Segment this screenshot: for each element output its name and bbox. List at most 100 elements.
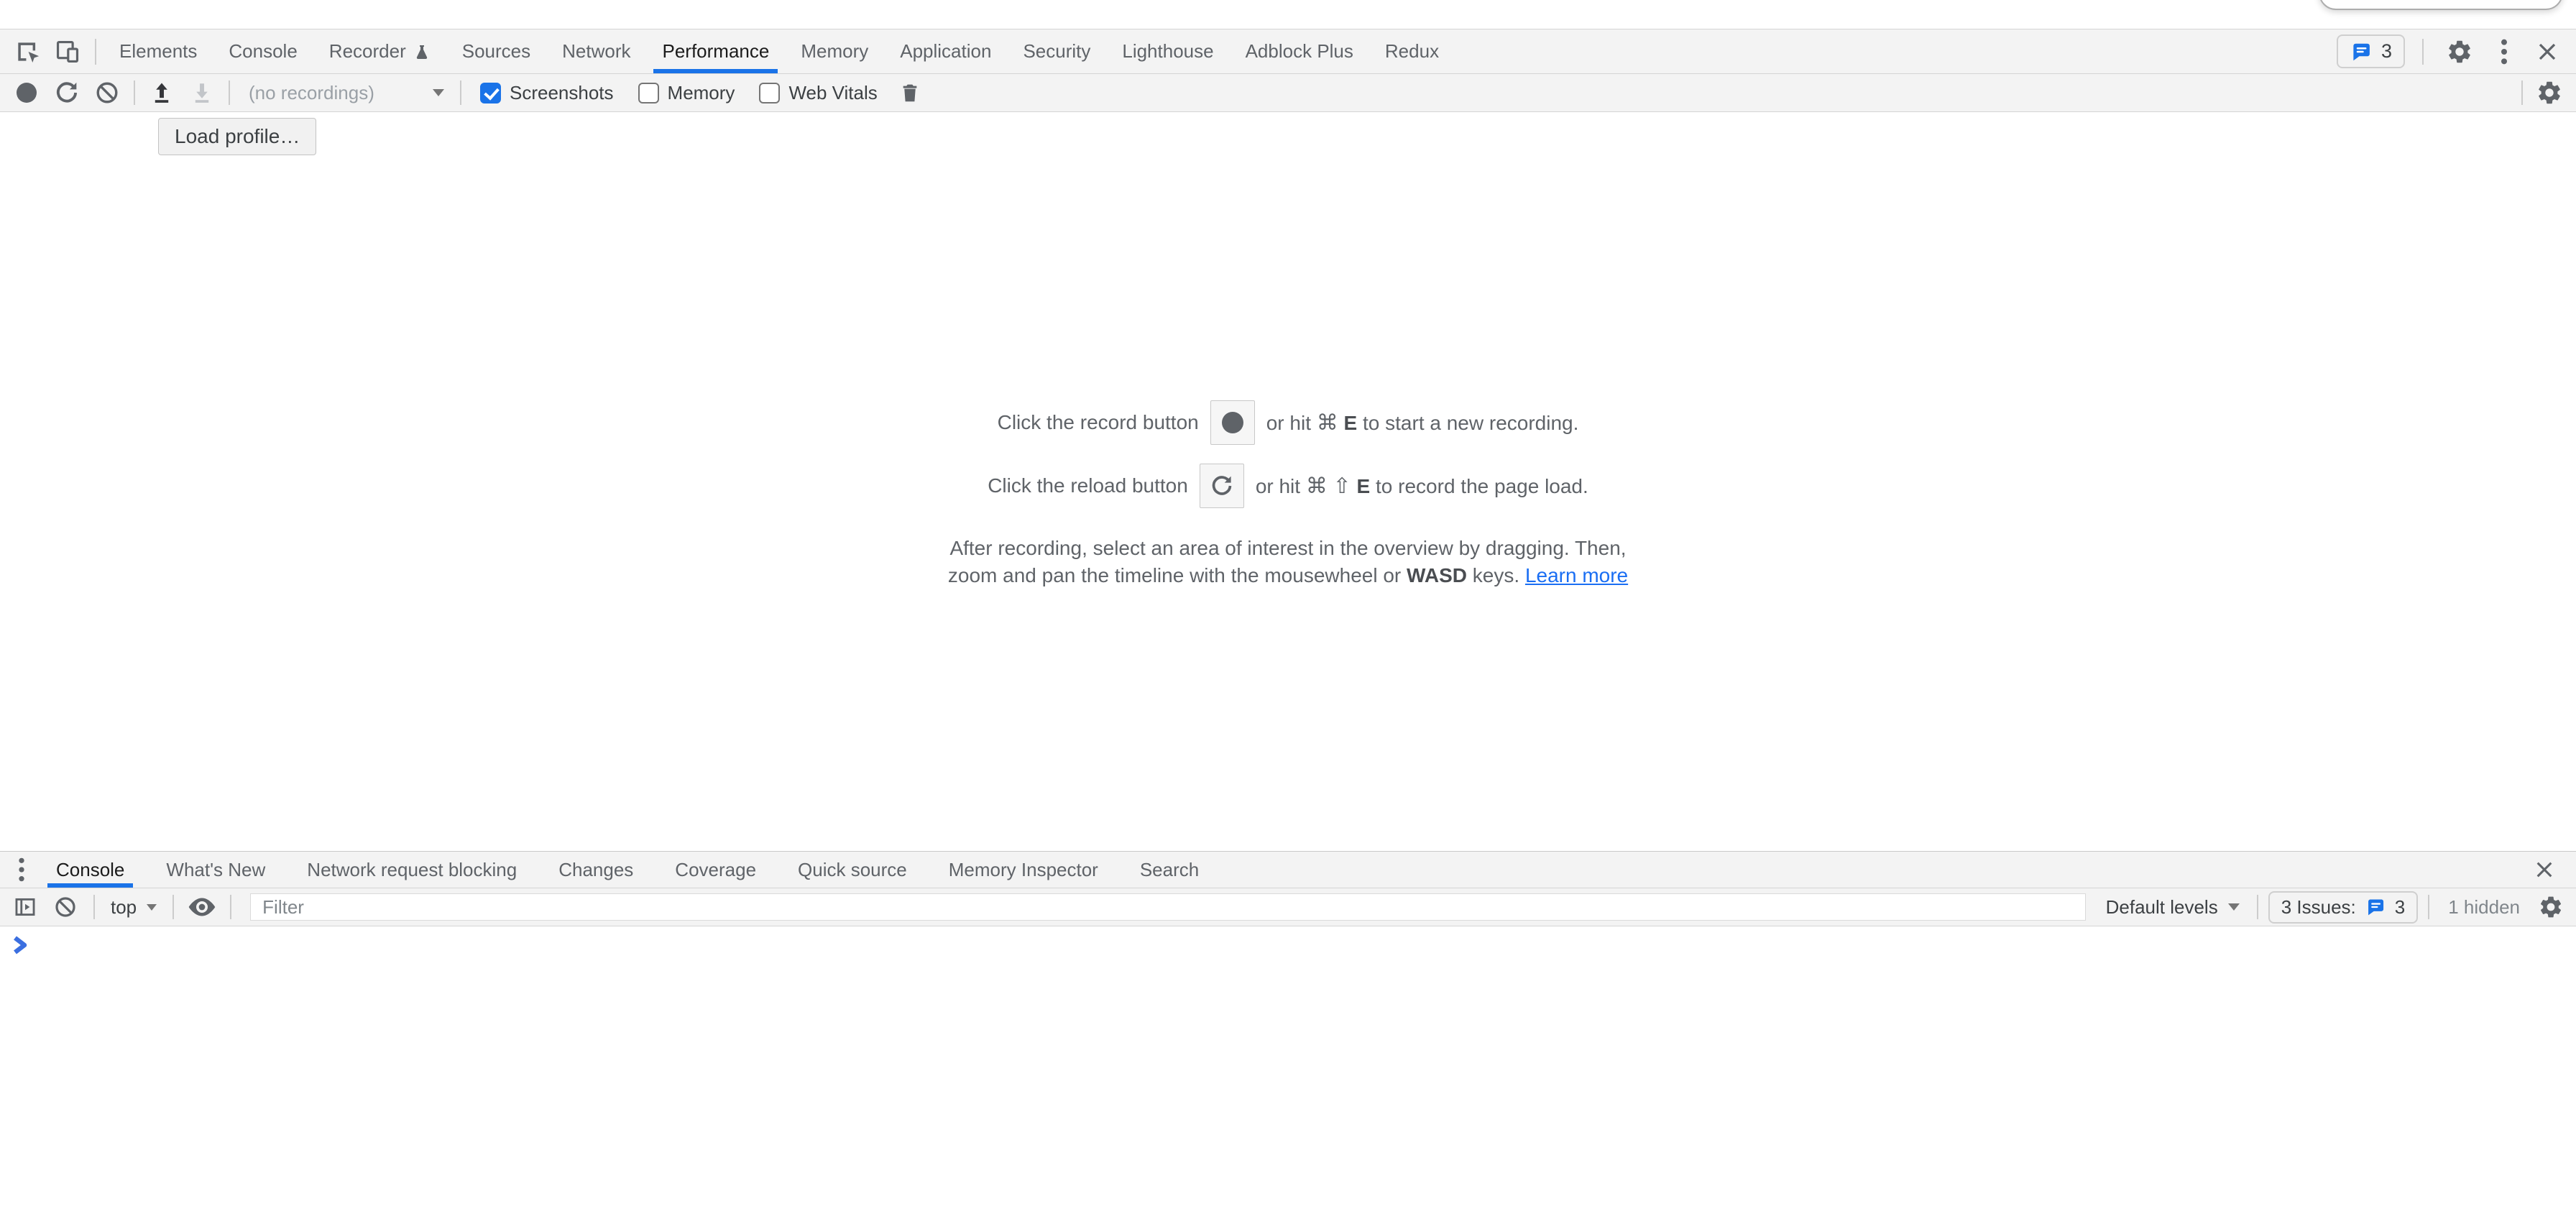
clear-console-button[interactable] (47, 890, 83, 924)
close-drawer-button[interactable] (2527, 860, 2562, 880)
browser-popup-remnant (2319, 0, 2563, 10)
web-vitals-label: Web Vitals (788, 82, 877, 104)
tab-memory[interactable]: Memory (785, 29, 884, 73)
inline-record-button[interactable] (1210, 400, 1255, 445)
gear-icon (2446, 38, 2473, 65)
tab-redux[interactable]: Redux (1369, 29, 1455, 73)
drawer-tab-memory-inspector[interactable]: Memory Inspector (932, 852, 1116, 888)
memory-checkbox[interactable] (638, 83, 659, 103)
issues-count: 3 (2395, 896, 2405, 919)
drawer-tab-quick-source[interactable]: Quick source (781, 852, 924, 888)
tab-console[interactable]: Console (213, 29, 313, 73)
issues-bubble-icon (2365, 897, 2386, 917)
drawer-tab-network-request-blocking[interactable]: Network request blocking (290, 852, 534, 888)
memory-checkbox-group: Memory (638, 82, 735, 104)
divider (460, 80, 461, 105)
chevron-down-icon (2228, 903, 2240, 911)
inspect-cursor-icon (14, 38, 41, 65)
drawer-tab-whats-new[interactable]: What's New (149, 852, 282, 888)
tab-security[interactable]: Security (1007, 29, 1106, 73)
clear-recordings-button[interactable] (88, 75, 126, 110)
divider (93, 895, 95, 919)
learn-more-link[interactable]: Learn more (1525, 564, 1628, 586)
divider (2257, 895, 2258, 919)
screenshots-checkbox-group: Screenshots (480, 82, 614, 104)
drawer-tab-changes[interactable]: Changes (541, 852, 650, 888)
tab-elements[interactable]: Elements (104, 29, 213, 73)
drawer-tab-console[interactable]: Console (39, 852, 142, 888)
capture-settings-button[interactable] (2530, 75, 2569, 110)
console-messages-area[interactable] (0, 926, 2576, 1206)
memory-label: Memory (668, 82, 735, 104)
drawer-more-tabs-button[interactable] (4, 852, 39, 888)
tab-recorder[interactable]: Recorder (313, 29, 446, 73)
drawer-right-actions (2527, 852, 2572, 888)
performance-panel-landing: Click the record button or hit ⌘ E to st… (0, 112, 2576, 851)
console-filter-input[interactable] (250, 893, 2085, 921)
wasd-keys: WASD (1407, 564, 1467, 586)
log-levels-dropdown[interactable]: Default levels (2099, 896, 2247, 919)
performance-toolbar: (no recordings) Screenshots Memory Web V… (0, 74, 2576, 112)
delete-recording-button[interactable] (891, 75, 929, 110)
kebab-menu-icon (17, 856, 26, 883)
javascript-context-dropdown[interactable]: top (105, 896, 162, 919)
inspect-element-button[interactable] (7, 29, 47, 73)
tabbar-right-actions: 3 (2337, 29, 2570, 73)
instructions-block: Click the record button or hit ⌘ E to st… (0, 400, 2576, 589)
issues-label: 3 Issues: (2281, 896, 2356, 919)
devtools-tabbar: Elements Console Recorder Sources Networ… (0, 29, 2576, 74)
web-vitals-checkbox[interactable] (759, 83, 780, 103)
more-options-button[interactable] (2488, 37, 2520, 66)
web-vitals-checkbox-group: Web Vitals (759, 82, 877, 104)
trash-icon (898, 80, 921, 106)
recordings-dropdown[interactable]: (no recordings) (237, 82, 453, 104)
tab-sources[interactable]: Sources (446, 29, 546, 73)
recordings-dropdown-value: (no recordings) (249, 82, 374, 104)
help-paragraph: After recording, select an area of inter… (948, 535, 1628, 589)
screenshots-label: Screenshots (510, 82, 614, 104)
chevron-down-icon (433, 89, 444, 96)
tab-application[interactable]: Application (884, 29, 1007, 73)
load-profile-button[interactable] (142, 75, 181, 110)
console-sidebar-toggle-button[interactable] (7, 890, 43, 924)
divider (230, 895, 231, 919)
drawer-tabbar: Console What's New Network request block… (0, 851, 2576, 888)
upload-icon (150, 80, 174, 106)
divider (2422, 39, 2424, 65)
create-live-expression-button[interactable] (184, 890, 220, 924)
divider (134, 80, 135, 105)
tab-performance[interactable]: Performance (646, 29, 785, 73)
divider (95, 39, 96, 65)
load-profile-tooltip: Load profile… (158, 118, 316, 155)
close-devtools-button[interactable] (2530, 41, 2564, 63)
console-settings-button[interactable] (2533, 890, 2569, 924)
experiment-flask-icon (413, 42, 431, 61)
record-button[interactable] (7, 75, 46, 110)
settings-button[interactable] (2441, 38, 2478, 65)
show-console-sidebar-icon (12, 895, 38, 919)
tab-network[interactable]: Network (546, 29, 646, 73)
save-profile-button-disabled[interactable] (183, 75, 221, 110)
screenshots-checkbox[interactable] (480, 83, 501, 103)
tab-adblock-plus[interactable]: Adblock Plus (1230, 29, 1369, 73)
gear-icon (2536, 79, 2563, 106)
console-toolbar: top Default levels 3 Issues: 3 1 hidden (0, 888, 2576, 926)
issues-bubble-icon (2350, 41, 2373, 63)
browser-strip (0, 0, 2576, 29)
inline-reload-button[interactable] (1200, 464, 1244, 508)
console-prompt-row[interactable] (0, 926, 2576, 955)
drawer-tab-coverage[interactable]: Coverage (658, 852, 773, 888)
divider (2521, 80, 2523, 105)
record-instruction-prefix: Click the record button (998, 411, 1199, 434)
device-toolbar-button[interactable] (47, 29, 88, 73)
drawer-tab-search[interactable]: Search (1123, 852, 1216, 888)
reload-and-record-button[interactable] (47, 75, 86, 110)
divider (172, 895, 174, 919)
log-levels-value: Default levels (2106, 896, 2218, 919)
clear-icon (95, 80, 119, 105)
issues-counter-button[interactable]: 3 (2337, 34, 2405, 68)
console-issues-button[interactable]: 3 Issues: 3 (2268, 891, 2419, 924)
close-icon (2534, 860, 2554, 880)
record-instruction-hit: or hit ⌘ E to start a new recording. (1266, 410, 1579, 436)
tab-lighthouse[interactable]: Lighthouse (1106, 29, 1229, 73)
